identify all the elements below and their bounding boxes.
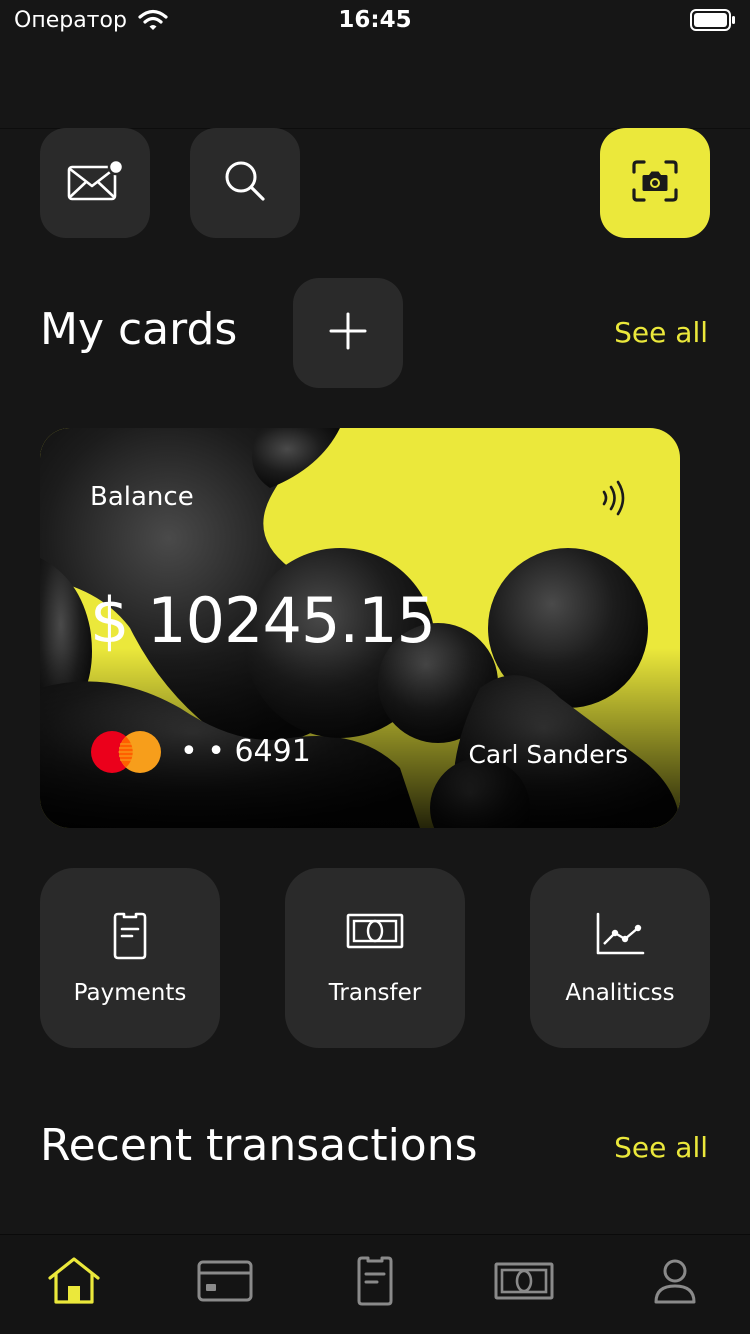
tab-home[interactable] [29,1245,119,1321]
search-button[interactable] [190,128,300,238]
analytics-label: Analiticss [565,980,675,1006]
scan-button[interactable] [600,128,710,238]
mail-button[interactable] [40,128,150,238]
add-card-button[interactable] [293,278,403,388]
tab-payments[interactable] [330,1245,420,1321]
card-balance-amount: $ 10245.15 [90,584,436,657]
status-bar: Оператор 16:45 [0,0,750,44]
analytics-button[interactable]: Analiticss [530,868,710,1048]
my-cards-title: My cards [40,304,238,355]
battery-icon [690,9,736,35]
transactions-see-all-link[interactable]: See all [614,1131,708,1164]
card-icon [197,1260,253,1306]
camera-scan-icon [632,160,678,206]
transfer-button[interactable]: Transfer [285,868,465,1048]
chart-icon [530,912,710,956]
payments-button[interactable]: Payments [40,868,220,1048]
banknote-icon [285,912,465,950]
tab-profile[interactable] [630,1245,720,1321]
receipt-icon [40,912,220,960]
banknote-icon [494,1261,554,1305]
tab-bar [0,1234,750,1334]
plus-icon [328,311,368,355]
mastercard-logo [90,730,162,774]
home-icon [46,1256,102,1310]
profile-icon [653,1258,697,1308]
card-number: • • 6491 [180,734,311,769]
card-holder-name: Carl Sanders [468,740,628,769]
receipt-icon [355,1256,395,1310]
tab-cards[interactable] [180,1245,270,1321]
status-time: 16:45 [338,7,412,33]
contactless-icon [600,478,630,522]
balance-card[interactable]: Balance $ 10245.15 • • 6491 Carl Sanders [40,428,680,828]
payments-label: Payments [73,980,187,1006]
tab-transfer[interactable] [479,1245,569,1321]
recent-transactions-title: Recent transactions [40,1120,478,1171]
mail-icon [66,158,125,207]
card-balance-label: Balance [90,482,194,512]
transfer-label: Transfer [328,980,422,1006]
search-icon [222,158,268,208]
cards-see-all-link[interactable]: See all [614,316,708,349]
